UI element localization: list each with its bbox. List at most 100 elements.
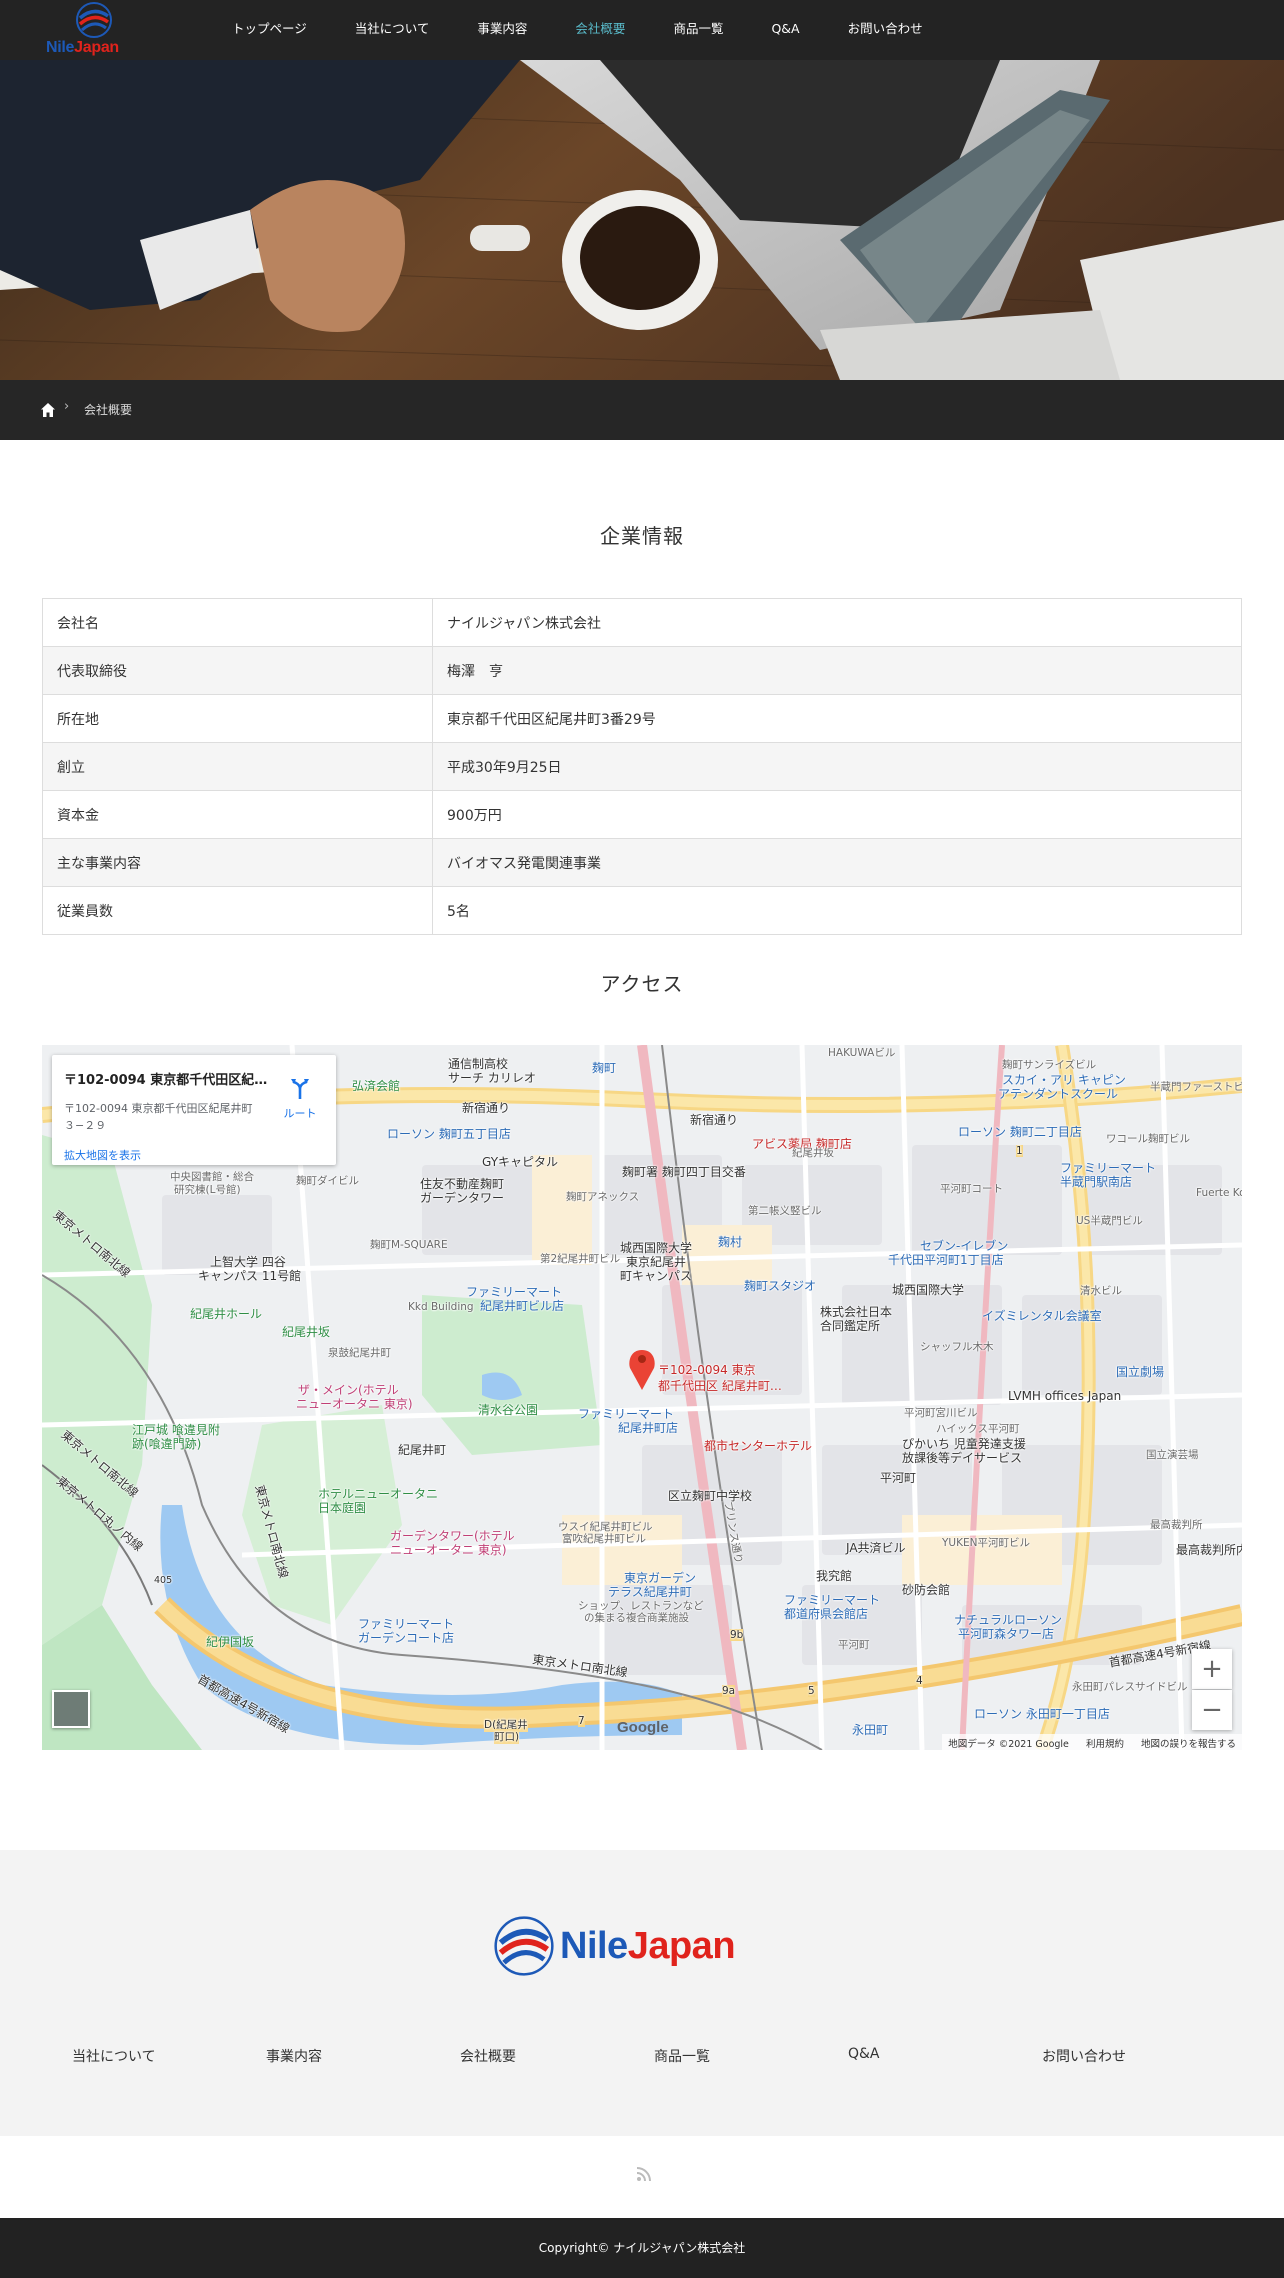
map-label: GYキャピタル: [482, 1155, 559, 1169]
map-label: ニューオータニ 東京): [296, 1397, 413, 1411]
map-label: 放課後等デイサービス: [902, 1451, 1023, 1465]
google-logo: Google: [617, 1719, 669, 1736]
table-row: 会社名 ナイルジャパン株式会社: [42, 598, 1242, 647]
map-label: シャッフル木木: [920, 1341, 994, 1353]
footer-nav-company[interactable]: 会社概要: [460, 2046, 516, 2066]
map-label: 紀尾井ホール: [190, 1307, 263, 1321]
company-heading: 企業情報: [600, 524, 684, 548]
map-label: 第2紀尾井町ビル: [540, 1253, 621, 1265]
logo-nile: Nile: [46, 39, 75, 56]
footer-logo-japan: Japan: [627, 1925, 736, 1967]
map-label: 新宿通り: [690, 1113, 739, 1127]
copyright-bar: Copyright© ナイルジャパン株式会社: [0, 2218, 1284, 2278]
map-label: 富吹紀尾井町ビル: [562, 1533, 646, 1545]
map-label: 泉鼓紀尾井町: [328, 1347, 391, 1359]
map-attribution: 地図データ ©2021 Google 利用規約 地図の誤りを報告する: [942, 1734, 1242, 1750]
map-label: 平河町森タワー店: [958, 1627, 1055, 1641]
map-label: 国立劇場: [1116, 1365, 1165, 1379]
nav-contact[interactable]: お問い合わせ: [824, 0, 947, 60]
hero-image: [0, 60, 1284, 380]
map-label: 研究棟(L号館): [174, 1184, 241, 1196]
map-label: 砂防会館: [902, 1583, 951, 1597]
map-report-link[interactable]: 地図の誤りを報告する: [1141, 1739, 1236, 1750]
access-heading: アクセス: [600, 972, 684, 996]
map-label: Kkd Building: [408, 1301, 474, 1313]
nav-qa[interactable]: Q&A: [747, 0, 823, 60]
map-label: 清水ビル: [1080, 1285, 1122, 1297]
pin-label-line-2: 都千代田区 紀尾井町…: [658, 1379, 782, 1393]
site-logo[interactable]: NileJapan: [44, 2, 144, 58]
nav-products[interactable]: 商品一覧: [649, 0, 747, 60]
map-label: ニューオータニ 東京): [390, 1543, 507, 1557]
row-value: 900万円: [432, 790, 1242, 839]
zoom-out-button[interactable]: −: [1192, 1690, 1232, 1730]
map-label: 国立演芸場: [1146, 1449, 1199, 1461]
map-label: 合同鑑定所: [820, 1319, 881, 1333]
table-row: 従業員数 5名: [42, 886, 1242, 935]
map-label: 麹町M-SQUARE: [370, 1239, 448, 1251]
site-header: NileJapan トップページ 当社について 事業内容 会社概要 商品一覧 Q…: [0, 0, 1284, 60]
satellite-toggle[interactable]: [52, 1690, 90, 1728]
map-label: 都市センターホテル: [704, 1439, 813, 1453]
zoom-in-button[interactable]: +: [1192, 1649, 1232, 1689]
map-label: 平河町コート: [940, 1183, 1003, 1195]
table-row: 所在地 東京都千代田区紀尾井町3番29号: [42, 694, 1242, 743]
footer-nav-contact[interactable]: お問い合わせ: [1042, 2046, 1126, 2066]
map-label: 都道府県会館店: [784, 1607, 869, 1621]
copyright-text: Copyright© ナイルジャパン株式会社: [538, 2241, 746, 2255]
map-label: 紀伊国坂: [206, 1635, 255, 1649]
larger-map-link[interactable]: 拡大地図を表示: [64, 1147, 141, 1163]
map-label: 町口): [494, 1729, 520, 1744]
footer-logo[interactable]: NileJapan: [494, 1916, 790, 1978]
infobox-title: 〒102-0094 東京都千代田区紀尾井町3-29: [64, 1073, 274, 1088]
map-label: 最高裁判所: [1150, 1519, 1203, 1531]
logo-japan: Japan: [74, 39, 119, 56]
row-label: 創立: [42, 742, 433, 791]
nav-about[interactable]: 当社について: [331, 0, 454, 60]
footer-nav-business[interactable]: 事業内容: [266, 2046, 322, 2066]
map-label: 麹村: [718, 1235, 743, 1249]
infobox-address-line-1: 〒102-0094 東京都千代田区紀尾井町: [64, 1102, 253, 1115]
directions-label: ルート: [283, 1107, 317, 1120]
row-label: 代表取締役: [42, 646, 433, 695]
map-label: YUKEN平河町ビル: [942, 1537, 1030, 1549]
table-row: 主な事業内容 バイオマス発電関連事業: [42, 838, 1242, 887]
nav-top[interactable]: トップページ: [208, 0, 331, 60]
logo-wordmark: NileJapan: [46, 39, 119, 57]
rss-icon[interactable]: [636, 2166, 652, 2182]
map-label: 我究館: [816, 1569, 853, 1583]
footer-nav-products[interactable]: 商品一覧: [654, 2046, 710, 2066]
map-label: 7: [578, 1715, 585, 1727]
table-row: 資本金 900万円: [42, 790, 1242, 839]
home-icon[interactable]: [40, 402, 56, 418]
map-terms-link[interactable]: 利用規約: [1086, 1739, 1124, 1750]
map-label: 日本庭園: [318, 1501, 367, 1515]
google-map[interactable]: 〒102-0094 東京 都千代田区 紀尾井町… 通信制高校 サーチ カリレオ …: [42, 1045, 1242, 1750]
directions-button[interactable]: ルート: [278, 1077, 322, 1121]
nav-business[interactable]: 事業内容: [453, 0, 551, 60]
breadcrumb-separator: ›: [64, 399, 70, 414]
google-logo-text: Google: [617, 1719, 669, 1736]
row-value: ナイルジャパン株式会社: [432, 598, 1242, 647]
map-label: キャンパス 11号館: [198, 1269, 302, 1283]
row-label: 会社名: [42, 598, 433, 647]
map-label: 永田町パレスサイドビル: [1072, 1681, 1188, 1693]
hero-photo: [0, 60, 1284, 380]
row-value: 梅澤 亨: [432, 646, 1242, 695]
map-label: 紀尾井坂: [282, 1325, 331, 1339]
map-label: 麹町署 麹町四丁目交番: [622, 1165, 746, 1179]
nav-company[interactable]: 会社概要: [551, 0, 649, 60]
row-label: 従業員数: [42, 886, 433, 935]
row-label: 主な事業内容: [42, 838, 433, 887]
map-label: 平河町宮川ビル: [904, 1407, 978, 1419]
row-value: 東京都千代田区紀尾井町3番29号: [432, 694, 1242, 743]
row-label: 資本金: [42, 790, 433, 839]
map-label: 平河町: [838, 1639, 870, 1651]
map-label: アテンダントスクール: [998, 1087, 1119, 1101]
map-label: イズミレンタル会議室: [982, 1309, 1102, 1323]
table-row: 代表取締役 梅澤 亨: [42, 646, 1242, 695]
footer-logo-wordmark: NileJapan: [560, 1925, 736, 1968]
footer-nav-about[interactable]: 当社について: [72, 2046, 156, 2066]
map-label: 平河町: [880, 1471, 917, 1485]
footer-nav-qa[interactable]: Q&A: [848, 2046, 880, 2062]
